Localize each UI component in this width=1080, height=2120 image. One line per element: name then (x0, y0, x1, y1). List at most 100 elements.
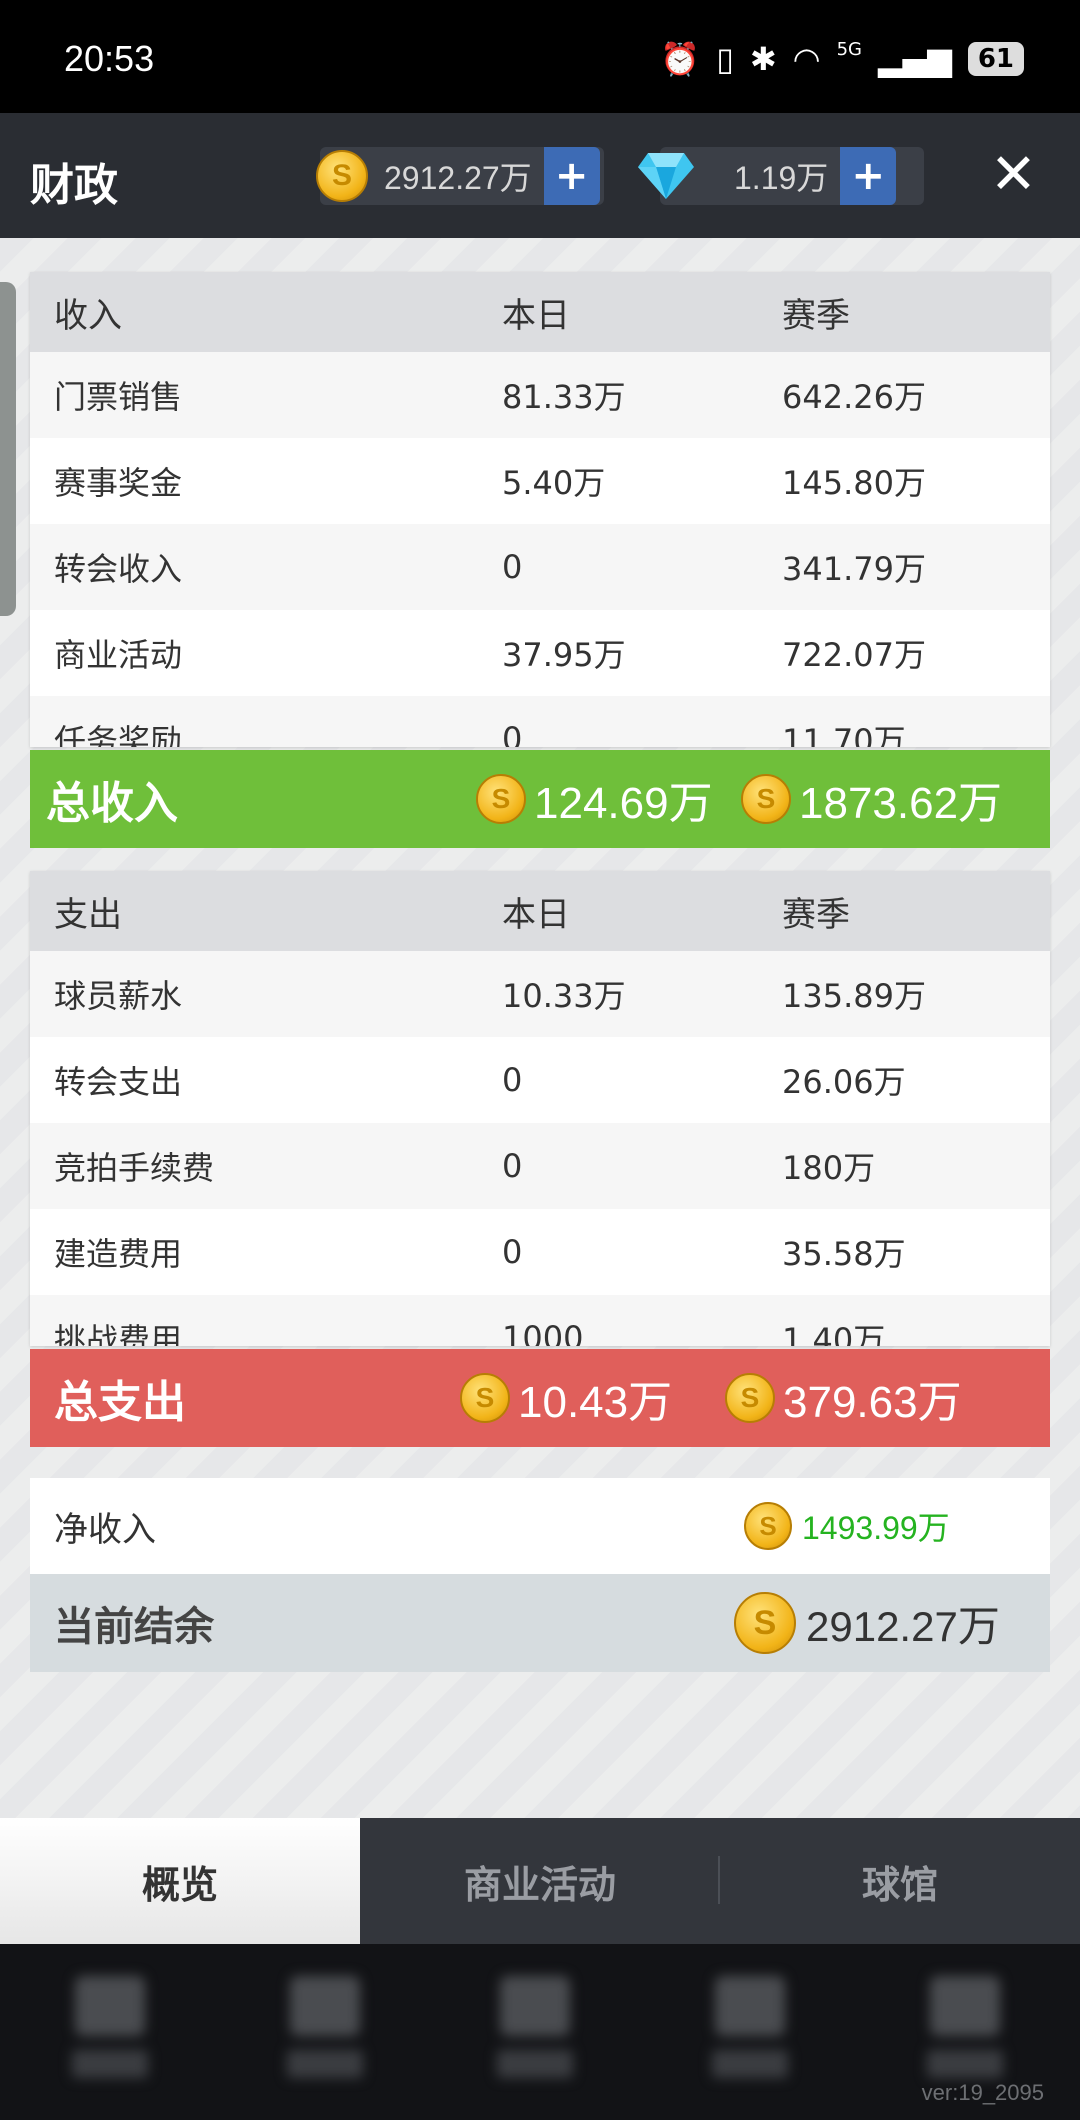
add-coins-button[interactable]: + (543, 147, 600, 205)
table-row: 建造费用 0 35.58万 (30, 1209, 1050, 1295)
day-value: 81.33万 (502, 378, 626, 416)
nav-item[interactable] (70, 1976, 150, 2086)
day-value: 5.40万 (502, 464, 606, 502)
row-label: 转会支出 (54, 1063, 183, 1101)
status-bar: 20:53 ⏰ ▯ ✱ ◠ 5G ▂▄▆ 61 (0, 0, 1080, 113)
season-value: 135.89万 (782, 977, 926, 1015)
expense-rows[interactable]: 球员薪水 10.33万 135.89万 转会支出 0 26.06万 竞拍手续费 0 180万… (30, 951, 1050, 1346)
status-icons: ⏰ ▯ ✱ ◠ 5G ▂▄▆ 61 (660, 38, 1024, 78)
vibrate-icon: ▯ (716, 40, 734, 78)
version-label: ver:19_2095 (921, 2080, 1044, 2105)
season-value: 1.40万 (782, 1321, 886, 1346)
row-label: 转会收入 (54, 550, 183, 588)
income-total-bar: 总收入 S 124.69万 S 1873.62万 (30, 750, 1050, 848)
income-total-day: S 124.69万 (476, 767, 741, 831)
day-value: 0 (502, 548, 523, 586)
add-gems-button[interactable]: + (840, 147, 897, 205)
nav-item[interactable] (710, 1976, 790, 2086)
alarm-icon: ⏰ (660, 40, 701, 78)
net-income-row: 净收入 S 1493.99万 (30, 1478, 1050, 1574)
gem-balance: 1.19万 + (638, 147, 924, 205)
column-header: 赛季 (782, 295, 850, 336)
table-row: 赛事奖金 5.40万 145.80万 (30, 438, 1050, 524)
income-total-label: 总收入 (46, 778, 178, 829)
table-row: 球员薪水 10.33万 135.89万 (30, 951, 1050, 1037)
coin-balance: S 2912.27万 + (316, 147, 604, 205)
column-header: 本日 (502, 295, 570, 336)
current-balance-row: 当前结余 S 2912.27万 (30, 1574, 1050, 1672)
column-header: 赛季 (782, 894, 850, 935)
expense-table-header: 支出 本日 赛季 (30, 871, 1050, 951)
row-label: 门票销售 (54, 378, 183, 416)
column-header: 本日 (502, 894, 570, 935)
coin-icon: S (734, 1592, 796, 1654)
expense-total-season-value: 379.63万 (783, 1378, 962, 1427)
income-total-season-value: 1873.62万 (799, 779, 1003, 828)
row-label: 竞拍手续费 (54, 1149, 215, 1187)
coin-icon: S (460, 1373, 510, 1423)
day-value: 1000 (502, 1319, 584, 1346)
season-value: 180万 (782, 1149, 876, 1187)
coin-icon: S (744, 1502, 792, 1550)
day-value: 10.33万 (502, 977, 626, 1015)
net-income-label: 净收入 (54, 1509, 156, 1550)
row-label: 球员薪水 (54, 977, 183, 1015)
tab-business[interactable]: 商业活动 (360, 1818, 720, 1944)
day-value: 0 (502, 1233, 523, 1271)
income-rows[interactable]: 门票销售 81.33万 642.26万 赛事奖金 5.40万 145.80万 转会收入 0… (30, 352, 1050, 747)
income-table: 收入 本日 赛季 门票销售 81.33万 642.26万 赛事奖金 5.40万 145.… (30, 272, 1050, 747)
table-row: 门票销售 81.33万 642.26万 (30, 352, 1050, 438)
row-label: 建造费用 (54, 1235, 183, 1273)
battery-level: 61 (967, 42, 1024, 76)
current-balance-label: 当前结余 (54, 1604, 214, 1650)
signal-icon: ▂▄▆ (877, 40, 952, 78)
nav-item[interactable] (495, 1976, 575, 2086)
expense-total-season: S 379.63万 (725, 1366, 962, 1430)
table-row: 挑战费用 1000 1.40万 (30, 1295, 1050, 1346)
row-label: 赛事奖金 (54, 464, 183, 502)
table-row: 转会收入 0 341.79万 (30, 524, 1050, 610)
bottom-nav: ver:19_2095 (0, 1944, 1080, 2120)
season-value: 145.80万 (782, 464, 926, 502)
finance-header: 财政 S 2912.27万 + 1.19万 + (0, 113, 1080, 238)
expense-table: 支出 本日 赛季 球员薪水 10.33万 135.89万 转会支出 0 26.06万 竞… (30, 871, 1050, 1346)
current-balance-value: 2912.27万 (806, 1602, 1000, 1650)
network-type: 5G (836, 38, 862, 60)
nav-item[interactable] (925, 1976, 1005, 2086)
day-value: 0 (502, 1147, 523, 1185)
expense-total-day: S 10.43万 (460, 1366, 725, 1430)
table-row: 竞拍手续费 0 180万 (30, 1123, 1050, 1209)
tab-overview[interactable]: 概览 (0, 1818, 360, 1944)
income-table-header: 收入 本日 赛季 (30, 272, 1050, 352)
finance-tabs: 概览 商业活动 球馆 (0, 1818, 1080, 1944)
row-label: 任务奖励 (54, 722, 183, 747)
close-button[interactable]: ✕ (990, 142, 1037, 207)
diamond-icon (638, 153, 694, 199)
nav-item[interactable] (285, 1976, 365, 2086)
current-balance-amount: S 2912.27万 (734, 1592, 1000, 1654)
tab-stadium[interactable]: 球馆 (720, 1818, 1080, 1944)
income-total-season: S 1873.62万 (741, 767, 1002, 831)
day-value: 37.95万 (502, 636, 626, 674)
coin-icon: S (725, 1373, 775, 1423)
season-value: 26.06万 (782, 1063, 906, 1101)
table-row: 转会支出 0 26.06万 (30, 1037, 1050, 1123)
day-value: 0 (502, 720, 523, 747)
table-row: 任务奖励 0 11.70万 (30, 696, 1050, 747)
page-title: 财政 (30, 160, 118, 211)
column-header: 支出 (54, 894, 122, 935)
coin-icon: S (476, 774, 526, 824)
status-time: 20:53 (64, 38, 155, 79)
wifi-icon: ◠ (792, 40, 821, 78)
column-header: 收入 (54, 295, 122, 336)
row-label: 商业活动 (54, 636, 183, 674)
season-value: 642.26万 (782, 378, 926, 416)
season-value: 722.07万 (782, 636, 926, 674)
season-value: 11.70万 (782, 722, 906, 747)
side-drawer-handle[interactable] (0, 282, 16, 616)
bluetooth-icon: ✱ (749, 40, 777, 78)
row-label: 挑战费用 (54, 1321, 183, 1346)
table-row: 商业活动 37.95万 722.07万 (30, 610, 1050, 696)
coin-icon: S (741, 774, 791, 824)
coin-icon: S (316, 150, 368, 202)
